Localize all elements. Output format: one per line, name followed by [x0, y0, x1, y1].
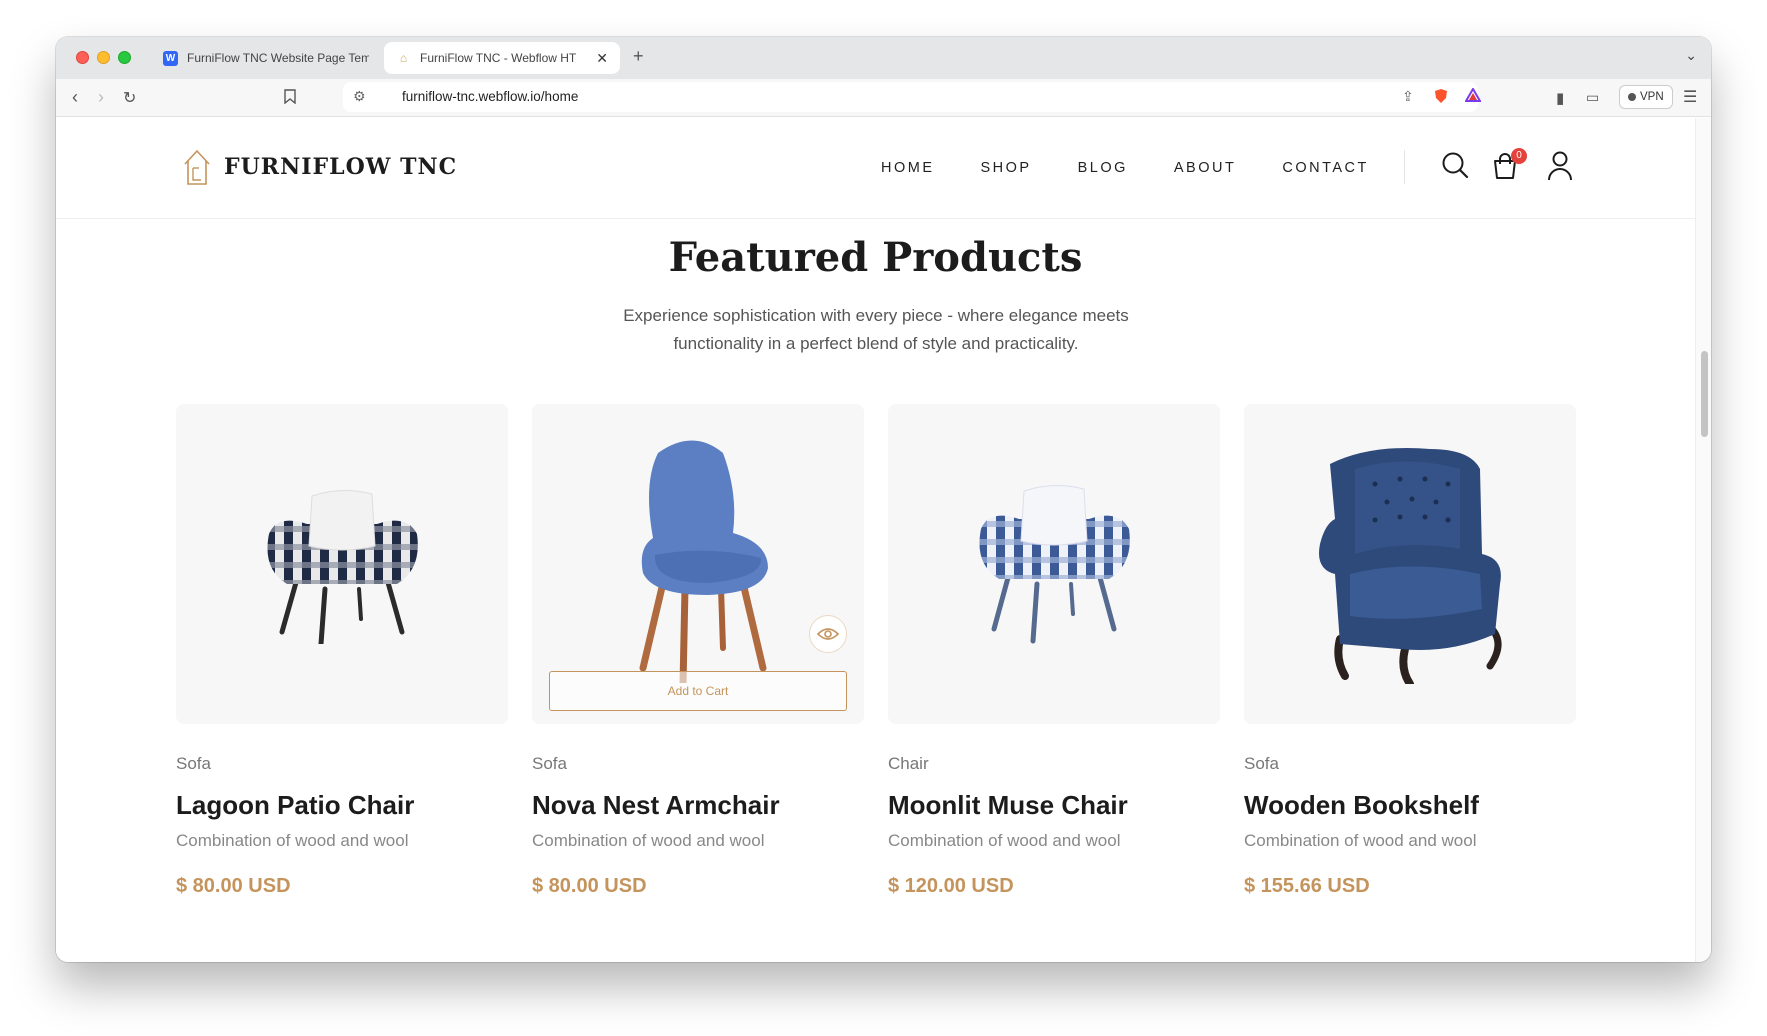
reload-icon[interactable]: ↻	[123, 88, 136, 108]
cart-button[interactable]: 0	[1491, 148, 1527, 185]
product-name[interactable]: Lagoon Patio Chair	[176, 790, 508, 821]
browser-window: W FurniFlow TNC Website Page Tem ⌂ Furni…	[56, 37, 1711, 962]
sidebar-icon[interactable]: ▮	[1556, 89, 1564, 107]
search-icon[interactable]	[1441, 151, 1469, 184]
eye-icon	[817, 628, 839, 640]
nav-shop[interactable]: SHOP	[981, 160, 1032, 176]
product-description: Combination of wood and wool	[532, 831, 765, 850]
nav-about[interactable]: ABOUT	[1174, 160, 1236, 176]
back-icon[interactable]: ‹	[72, 87, 78, 108]
product-image[interactable]	[176, 404, 508, 724]
product-category: Sofa	[176, 754, 211, 773]
site-settings-icon[interactable]: ⚙	[353, 88, 366, 105]
product-price: $ 120.00 USD	[888, 875, 1014, 897]
page-scrollbar[interactable]	[1695, 118, 1711, 962]
tab-templates[interactable]: W FurniFlow TNC Website Page Tem	[151, 42, 381, 74]
new-tab-icon[interactable]: +	[633, 46, 644, 67]
blue-shell-chair-icon	[639, 440, 768, 683]
product-card[interactable]: Add to Cart Sofa Nova Nest Armchair Comb…	[532, 404, 864, 898]
scrollbar-thumb[interactable]	[1701, 351, 1708, 437]
brave-rewards-icon[interactable]	[1464, 87, 1482, 105]
product-price: $ 155.66 USD	[1244, 875, 1370, 897]
logo-text: FURNIFLOW TNC	[224, 154, 458, 180]
main-nav: HOME SHOP BLOG ABOUT CONTACT	[881, 160, 1415, 176]
window-controls	[76, 51, 131, 64]
add-to-cart-button[interactable]: Add to Cart	[549, 671, 847, 711]
browser-toolbar: ‹ › ↻ ⚙ furniflow-tnc.webflow.io/home ⇪ …	[56, 79, 1711, 117]
maximize-window-button[interactable]	[118, 51, 131, 64]
address-bar[interactable]: ⚙ furniflow-tnc.webflow.io/home ⇪	[343, 82, 1482, 112]
product-card[interactable]: Chair Moonlit Muse Chair Combination of …	[888, 404, 1220, 898]
nav-divider	[1404, 150, 1405, 184]
plaid-armchair-icon	[267, 490, 418, 644]
product-price: $ 80.00 USD	[532, 875, 647, 897]
product-image[interactable]	[1244, 404, 1576, 724]
tab-strip: W FurniFlow TNC Website Page Tem ⌂ Furni…	[56, 37, 1711, 79]
vpn-label: VPN	[1640, 91, 1664, 103]
product-description: Combination of wood and wool	[1244, 831, 1477, 850]
minimize-window-button[interactable]	[97, 51, 110, 64]
chevron-down-icon[interactable]: ⌄	[1685, 47, 1697, 64]
product-card[interactable]: Sofa Wooden Bookshelf Combination of woo…	[1244, 404, 1576, 898]
site-header: FURNIFLOW TNC HOME SHOP BLOG ABOUT CONTA…	[56, 118, 1695, 219]
nav-home[interactable]: HOME	[881, 160, 935, 176]
section-title: Featured Products	[668, 234, 1083, 281]
product-card[interactable]: Sofa Lagoon Patio Chair Combination of w…	[176, 404, 508, 898]
wallet-icon[interactable]: ▭	[1586, 89, 1599, 106]
house-logo-icon	[184, 149, 210, 185]
product-price: $ 80.00 USD	[176, 875, 291, 897]
product-image[interactable]: Add to Cart	[532, 404, 864, 724]
product-category: Chair	[888, 754, 929, 773]
product-description: Combination of wood and wool	[888, 831, 1121, 850]
product-image[interactable]	[888, 404, 1220, 724]
share-icon[interactable]: ⇪	[1402, 88, 1414, 105]
menu-icon[interactable]: ☰	[1683, 87, 1697, 107]
close-window-button[interactable]	[76, 51, 89, 64]
account-icon[interactable]	[1547, 151, 1573, 186]
forward-icon[interactable]: ›	[98, 87, 104, 108]
tab-title: FurniFlow TNC - Webflow HT	[420, 51, 577, 65]
product-category: Sofa	[532, 754, 567, 773]
site-logo[interactable]: FURNIFLOW TNC	[182, 148, 457, 186]
page-icon: ⌂	[399, 51, 408, 65]
section-subtitle: Experience sophistication with every pie…	[623, 306, 1129, 353]
nav-blog[interactable]: BLOG	[1078, 160, 1128, 176]
web-page: FURNIFLOW TNC HOME SHOP BLOG ABOUT CONTA…	[56, 118, 1695, 962]
blue-plaid-armchair-icon	[979, 485, 1130, 644]
vpn-status-icon	[1628, 93, 1636, 101]
bookmark-icon[interactable]	[284, 89, 296, 108]
cart-count-badge: 0	[1511, 148, 1527, 164]
tab-title: FurniFlow TNC Website Page Tem	[187, 51, 369, 65]
product-description: Combination of wood and wool	[176, 831, 409, 850]
nav-contact[interactable]: CONTACT	[1282, 160, 1369, 176]
brave-shield-icon[interactable]	[1434, 88, 1448, 107]
velvet-wingback-chair-icon	[1319, 448, 1502, 684]
product-name[interactable]: Moonlit Muse Chair	[888, 790, 1220, 821]
product-name[interactable]: Nova Nest Armchair	[532, 790, 864, 821]
product-name[interactable]: Wooden Bookshelf	[1244, 790, 1576, 821]
quick-view-button[interactable]	[809, 615, 847, 653]
close-tab-icon[interactable]: ✕	[596, 50, 608, 67]
webflow-icon: W	[163, 50, 178, 66]
vpn-button[interactable]: VPN	[1619, 85, 1673, 109]
url-text: furniflow-tnc.webflow.io/home	[402, 89, 579, 104]
product-category: Sofa	[1244, 754, 1279, 773]
tab-active-home[interactable]: ⌂ FurniFlow TNC - Webflow HT ✕	[384, 42, 620, 74]
